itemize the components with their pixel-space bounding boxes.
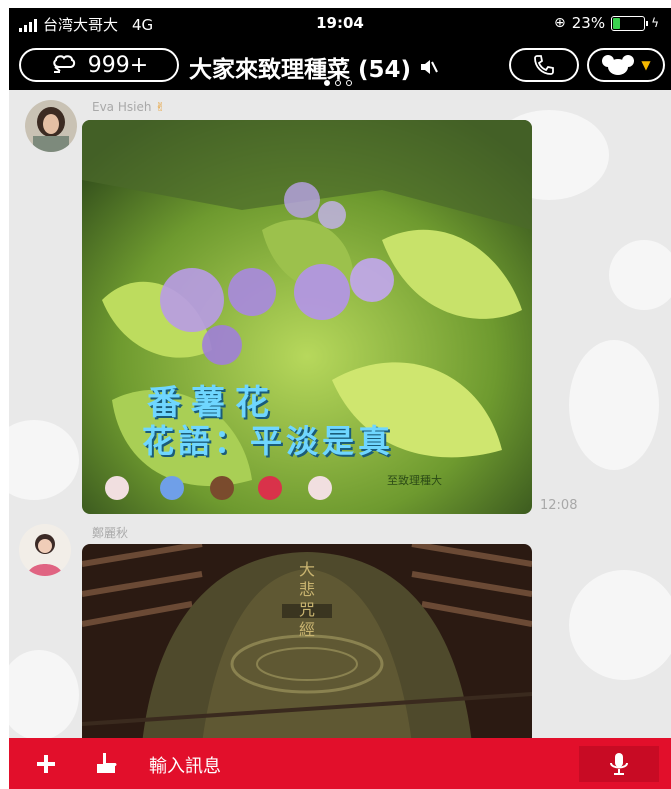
chat-header: 999+ 大家來致理種菜 (54) ▼ <box>9 38 671 90</box>
chat-area[interactable]: Eva Hsieh ✌ 番薯花 花語：平淡是真 至致理種大 12:08 鄭麗秋 … <box>9 90 671 738</box>
image-caption-line2: 花語：平淡是真 <box>142 422 395 460</box>
page-dot <box>324 80 330 86</box>
unread-count: 999+ <box>87 52 149 78</box>
sticker-button[interactable] <box>89 747 123 781</box>
back-button[interactable]: 999+ <box>19 48 179 82</box>
bell-inscription: 大悲咒經 <box>298 560 315 639</box>
status-bar: 台湾大哥大 4G 19:04 ⊕ 23% ϟ <box>9 8 671 38</box>
image-signature: 至致理種大 <box>387 474 442 487</box>
menu-button[interactable]: ▼ <box>587 48 665 82</box>
plus-icon <box>37 755 55 773</box>
message-time: 12:08 <box>540 498 578 513</box>
microphone-icon <box>610 753 628 775</box>
image-message[interactable]: 番薯花 花語：平淡是真 至致理種大 <box>82 120 532 514</box>
battery-percent: 23% <box>571 14 606 32</box>
hand-sticker-icon <box>97 753 117 773</box>
chat-title-text: 大家來致理種菜 (54) <box>189 57 412 83</box>
page-dot <box>335 80 341 86</box>
hand-emoji: ✌ <box>155 100 166 114</box>
page-dot <box>346 80 352 86</box>
charging-icon: ϟ <box>651 16 659 30</box>
battery-group: ⊕ 23% ϟ <box>554 14 659 32</box>
mickey-icon <box>602 55 635 75</box>
rotation-lock-icon: ⊕ <box>554 15 566 31</box>
page-indicator <box>324 80 352 86</box>
sender-name: Eva Hsieh ✌ <box>92 100 166 114</box>
sender-name: 鄭麗秋 <box>92 526 129 540</box>
input-bar: 輸入訊息 <box>9 738 671 789</box>
avatar[interactable] <box>19 524 71 576</box>
chat-title[interactable]: 大家來致理種菜 (54) <box>189 50 439 84</box>
add-button[interactable] <box>29 747 63 781</box>
back-chat-icon <box>53 55 75 73</box>
phone-icon <box>534 55 554 75</box>
message-input[interactable]: 輸入訊息 <box>149 752 221 778</box>
voice-button[interactable] <box>579 746 659 782</box>
avatar[interactable] <box>25 100 77 152</box>
dropdown-arrow-icon: ▼ <box>641 58 651 72</box>
phone-screen: 台湾大哥大 4G 19:04 ⊕ 23% ϟ 999+ 大家來致理種菜 (54) <box>9 8 671 789</box>
call-button[interactable] <box>509 48 579 82</box>
image-message[interactable]: 大悲咒經 <box>82 544 532 738</box>
battery-icon <box>611 15 649 31</box>
mute-icon <box>421 60 438 74</box>
